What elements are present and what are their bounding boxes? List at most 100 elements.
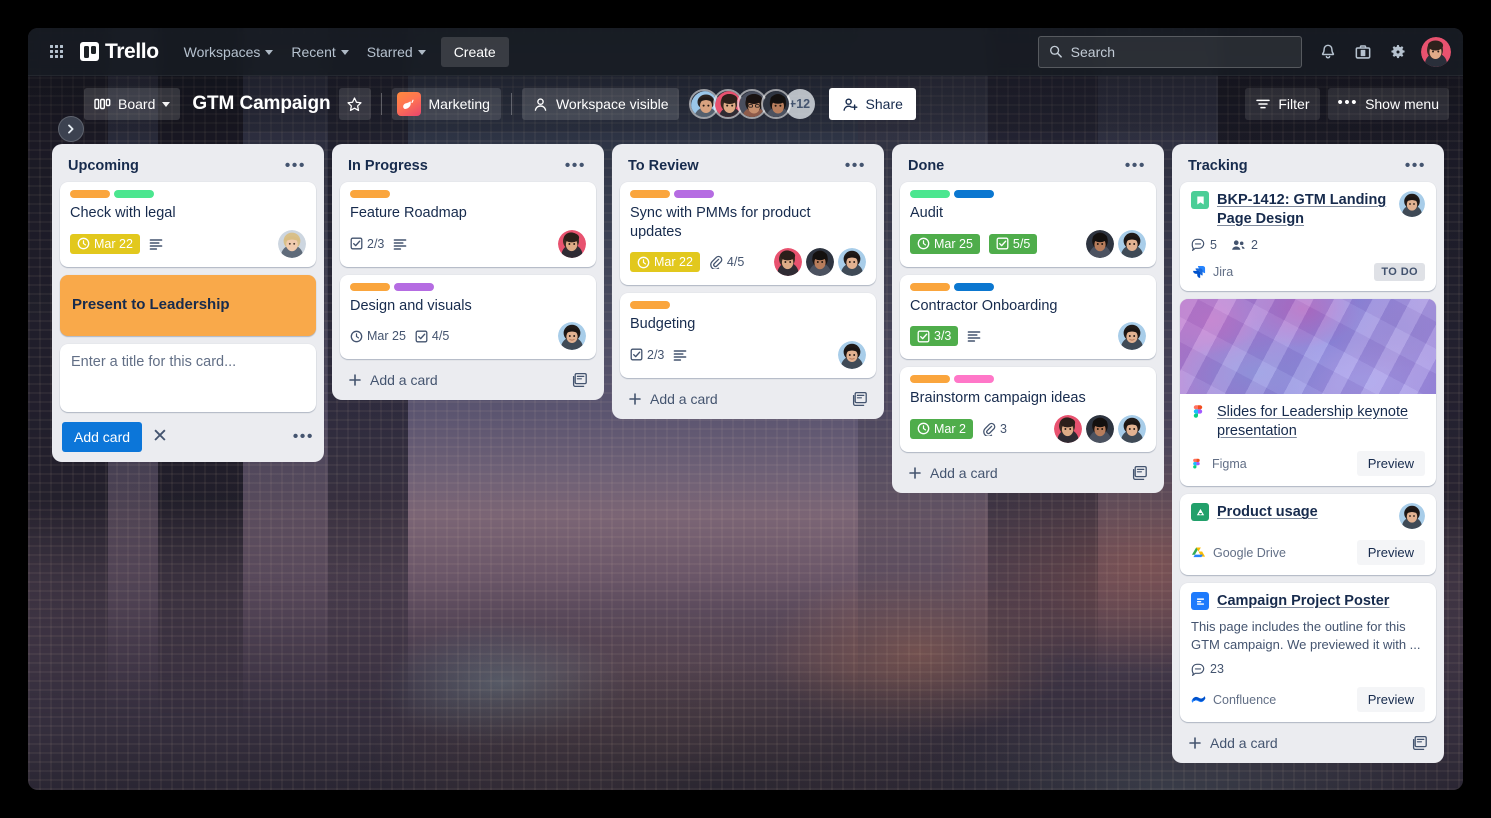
- label-green[interactable]: [114, 190, 154, 198]
- user-avatar[interactable]: [1421, 36, 1451, 67]
- nav-item-recent[interactable]: Recent: [282, 37, 357, 67]
- avatar[interactable]: [838, 340, 866, 369]
- show-menu-button[interactable]: ••• Show menu: [1327, 88, 1449, 120]
- grid-apps-icon[interactable]: [40, 36, 72, 68]
- avatar[interactable]: [1118, 229, 1146, 258]
- card-check-with-legal[interactable]: Check with legal Mar 22: [60, 182, 316, 267]
- close-icon[interactable]: ✕: [152, 427, 168, 446]
- smart-card-title[interactable]: Campaign Project Poster: [1217, 592, 1425, 611]
- avatar[interactable]: [1086, 229, 1114, 258]
- search-input[interactable]: [1070, 43, 1291, 60]
- briefcase-icon[interactable]: [1347, 36, 1379, 68]
- avatar[interactable]: [838, 248, 866, 277]
- nav-item-starred[interactable]: Starred: [358, 37, 435, 67]
- trello-home-link[interactable]: Trello: [74, 36, 165, 68]
- smart-card-title[interactable]: BKP-1412: GTM Landing Page Design: [1217, 191, 1391, 229]
- label-orange[interactable]: [350, 190, 390, 198]
- avatar[interactable]: [278, 229, 306, 258]
- avatar[interactable]: [1118, 414, 1146, 443]
- card-brainstorm-campaign-ideas[interactable]: Brainstorm campaign ideas Mar 2 3: [900, 367, 1156, 452]
- card-audit[interactable]: Audit Mar 25 5/5: [900, 182, 1156, 267]
- smart-card-title[interactable]: Slides for Leadership keynote presentati…: [1217, 403, 1425, 441]
- star-board-button[interactable]: [338, 88, 371, 120]
- list-actions-icon[interactable]: •••: [1121, 158, 1150, 174]
- card-template-icon[interactable]: [1412, 735, 1428, 751]
- card-design-and-visuals[interactable]: Design and visuals Mar 25 4/5: [340, 274, 596, 360]
- preview-button[interactable]: Preview: [1356, 540, 1425, 566]
- gear-icon[interactable]: [1382, 36, 1414, 68]
- nav-item-workspaces[interactable]: Workspaces: [175, 37, 283, 67]
- card-figma-slides[interactable]: Slides for Leadership keynote presentati…: [1180, 298, 1436, 487]
- label-orange[interactable]: [910, 282, 950, 291]
- create-button[interactable]: Create: [440, 36, 509, 67]
- card-contractor-onboarding[interactable]: Contractor Onboarding 3/3: [900, 274, 1156, 360]
- card-budgeting[interactable]: Budgeting 2/3: [620, 293, 876, 378]
- workspace-chip-marketing[interactable]: Marketing: [391, 88, 501, 120]
- board-view-switcher[interactable]: Board: [84, 88, 181, 120]
- list-title[interactable]: To Review: [628, 158, 699, 174]
- avatar[interactable]: [806, 248, 834, 277]
- checklist-badge[interactable]: 3/3: [910, 326, 959, 347]
- checklist-badge[interactable]: 5/5: [988, 233, 1038, 254]
- list-title[interactable]: Done: [908, 158, 944, 174]
- avatar[interactable]: [760, 89, 791, 119]
- label-orange[interactable]: [350, 282, 390, 291]
- list-actions-icon[interactable]: •••: [841, 158, 870, 174]
- avatar[interactable]: [1118, 322, 1146, 351]
- add-a-card-button[interactable]: Add a card: [900, 456, 1156, 485]
- add-card-button[interactable]: Add card: [62, 421, 143, 452]
- list-actions-icon[interactable]: •••: [281, 158, 310, 174]
- card-present-to-leadership[interactable]: Present to Leadership: [60, 274, 316, 336]
- card-campaign-project-poster[interactable]: Campaign Project Poster This page includ…: [1180, 583, 1436, 723]
- due-date-badge[interactable]: Mar 25: [350, 327, 406, 345]
- list-title[interactable]: Tracking: [1188, 158, 1248, 174]
- label-green[interactable]: [910, 190, 950, 198]
- avatar[interactable]: [1399, 191, 1425, 217]
- board-visibility-button[interactable]: Workspace visible: [521, 88, 679, 120]
- add-a-card-button[interactable]: Add a card: [1180, 726, 1436, 755]
- label-orange[interactable]: [630, 301, 670, 310]
- label-blue[interactable]: [954, 282, 994, 291]
- composer-ellipsis-icon[interactable]: •••: [293, 428, 314, 446]
- label-orange[interactable]: [910, 375, 950, 384]
- card-product-usage[interactable]: Product usage Google Drive Preview: [1180, 494, 1436, 576]
- bell-icon[interactable]: [1312, 36, 1344, 68]
- list-actions-icon[interactable]: •••: [1401, 158, 1430, 174]
- label-blue[interactable]: [954, 190, 994, 198]
- avatar[interactable]: [1054, 414, 1082, 443]
- board-members-avatar-stack[interactable]: +12: [688, 89, 815, 119]
- search-box[interactable]: [1038, 35, 1302, 68]
- list-title[interactable]: In Progress: [348, 158, 428, 174]
- label-pink[interactable]: [954, 375, 994, 384]
- status-badge[interactable]: TO DO: [1374, 262, 1425, 281]
- share-button[interactable]: Share: [828, 88, 916, 120]
- add-a-card-button[interactable]: Add a card: [340, 363, 596, 392]
- due-date-badge[interactable]: Mar 22: [630, 252, 700, 273]
- due-date-badge[interactable]: Mar 25: [910, 233, 980, 254]
- avatar[interactable]: [774, 248, 802, 277]
- label-orange[interactable]: [630, 190, 670, 198]
- label-purple[interactable]: [394, 282, 434, 291]
- new-card-title-input[interactable]: [60, 343, 316, 412]
- preview-button[interactable]: Preview: [1356, 687, 1425, 713]
- preview-button[interactable]: Preview: [1356, 451, 1425, 477]
- list-actions-icon[interactable]: •••: [561, 158, 590, 174]
- avatar[interactable]: [1086, 414, 1114, 443]
- add-a-card-button[interactable]: Add a card: [620, 382, 876, 411]
- card-template-icon[interactable]: [1132, 465, 1148, 481]
- card-sync-with-pmms[interactable]: Sync with PMMs for product updates Mar 2…: [620, 182, 876, 286]
- smart-card-title[interactable]: Product usage: [1217, 503, 1391, 522]
- card-jira-bkp-1412[interactable]: BKP-1412: GTM Landing Page Design 5 2 Ji…: [1180, 182, 1436, 291]
- avatar[interactable]: [1399, 503, 1425, 530]
- due-date-badge[interactable]: Mar 22: [70, 233, 140, 254]
- board-title[interactable]: GTM Campaign: [192, 93, 330, 115]
- sidebar-toggle-button[interactable]: [58, 116, 84, 142]
- label-purple[interactable]: [674, 190, 714, 198]
- label-orange[interactable]: [70, 190, 110, 198]
- avatar[interactable]: [558, 322, 586, 351]
- due-date-badge[interactable]: Mar 2: [910, 418, 973, 439]
- list-title[interactable]: Upcoming: [68, 158, 139, 174]
- card-feature-roadmap[interactable]: Feature Roadmap 2/3: [340, 182, 596, 267]
- card-template-icon[interactable]: [572, 372, 588, 388]
- card-template-icon[interactable]: [852, 391, 868, 407]
